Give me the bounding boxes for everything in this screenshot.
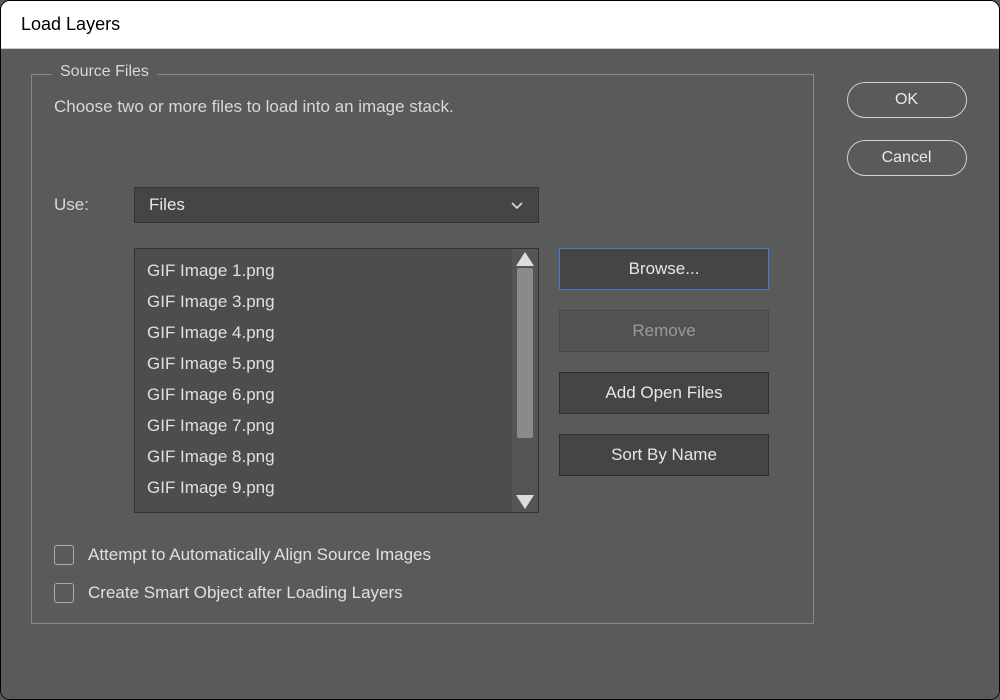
- list-item[interactable]: GIF Image 8.png: [135, 441, 512, 472]
- list-item[interactable]: GIF Image 3.png: [135, 286, 512, 317]
- side-buttons: OK Cancel: [834, 74, 979, 689]
- scroll-thumb[interactable]: [517, 268, 533, 438]
- use-select[interactable]: Files: [134, 187, 539, 223]
- scroll-down-icon[interactable]: [516, 495, 534, 509]
- list-item[interactable]: GIF Image 6.png: [135, 379, 512, 410]
- scroll-up-icon[interactable]: [516, 252, 534, 266]
- source-files-legend: Source Files: [52, 63, 157, 81]
- auto-align-checkbox-row[interactable]: Attempt to Automatically Align Source Im…: [54, 545, 791, 565]
- list-item[interactable]: GIF Image 5.png: [135, 348, 512, 379]
- use-label: Use:: [54, 195, 114, 215]
- smart-object-checkbox-row[interactable]: Create Smart Object after Loading Layers: [54, 583, 791, 603]
- list-item[interactable]: GIF Image 10.png: [135, 503, 512, 512]
- scrollbar[interactable]: [512, 249, 538, 512]
- remove-button: Remove: [559, 310, 769, 352]
- source-files-group: Source Files Choose two or more files to…: [31, 74, 814, 624]
- cancel-button[interactable]: Cancel: [847, 140, 967, 176]
- browse-button[interactable]: Browse...: [559, 248, 769, 290]
- smart-object-checkbox[interactable]: [54, 583, 74, 603]
- dialog-content: Source Files Choose two or more files to…: [1, 49, 999, 699]
- smart-object-label: Create Smart Object after Loading Layers: [88, 583, 403, 603]
- load-layers-dialog: Load Layers Source Files Choose two or m…: [0, 0, 1000, 700]
- checkbox-group: Attempt to Automatically Align Source Im…: [32, 523, 813, 623]
- chevron-down-icon: [510, 198, 524, 212]
- list-item[interactable]: GIF Image 4.png: [135, 317, 512, 348]
- file-list-items: GIF Image 1.pngGIF Image 3.pngGIF Image …: [135, 249, 512, 512]
- sort-by-name-button[interactable]: Sort By Name: [559, 434, 769, 476]
- list-item[interactable]: GIF Image 7.png: [135, 410, 512, 441]
- file-buttons: Browse... Remove Add Open Files Sort By …: [559, 248, 769, 476]
- file-listbox[interactable]: GIF Image 1.pngGIF Image 3.pngGIF Image …: [134, 248, 539, 513]
- ok-button[interactable]: OK: [847, 82, 967, 118]
- add-open-files-button[interactable]: Add Open Files: [559, 372, 769, 414]
- auto-align-label: Attempt to Automatically Align Source Im…: [88, 545, 431, 565]
- use-row: Use: Files: [32, 127, 813, 233]
- instruction-text: Choose two or more files to load into an…: [32, 75, 813, 127]
- main-column: Source Files Choose two or more files to…: [31, 74, 814, 689]
- use-select-value: Files: [149, 195, 185, 215]
- list-item[interactable]: GIF Image 1.png: [135, 255, 512, 286]
- dialog-title: Load Layers: [1, 1, 999, 49]
- auto-align-checkbox[interactable]: [54, 545, 74, 565]
- list-item[interactable]: GIF Image 9.png: [135, 472, 512, 503]
- file-area: GIF Image 1.pngGIF Image 3.pngGIF Image …: [32, 233, 813, 523]
